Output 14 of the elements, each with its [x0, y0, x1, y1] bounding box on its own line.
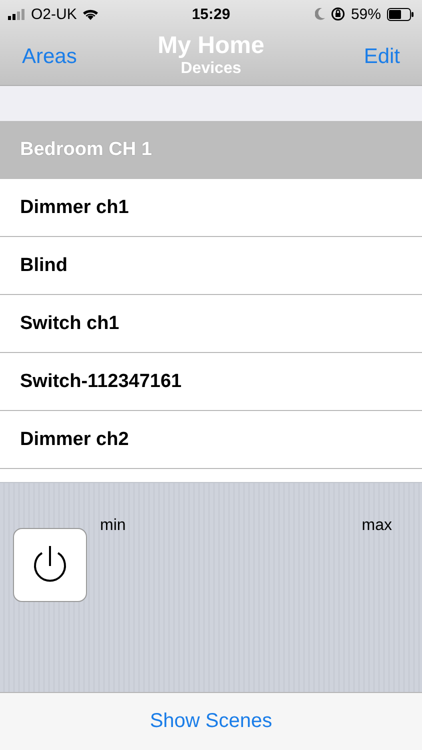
section-title: Bedroom CH 1: [20, 139, 152, 161]
battery-percent: 59%: [350, 6, 381, 22]
power-button[interactable]: [13, 528, 87, 602]
signal-icon: [8, 8, 26, 20]
max-label: max: [362, 517, 392, 535]
carrier-name: O2-UK: [31, 6, 77, 22]
battery-icon: [387, 8, 414, 20]
moon-icon: [314, 8, 325, 20]
clock-time: 15:29: [192, 6, 230, 22]
rotation-lock-icon: [330, 7, 345, 21]
show-scenes-button[interactable]: Show Scenes: [144, 709, 278, 734]
min-label: min: [100, 517, 126, 535]
wifi-icon: [82, 8, 99, 20]
nav-subtitle: Devices: [180, 60, 242, 78]
